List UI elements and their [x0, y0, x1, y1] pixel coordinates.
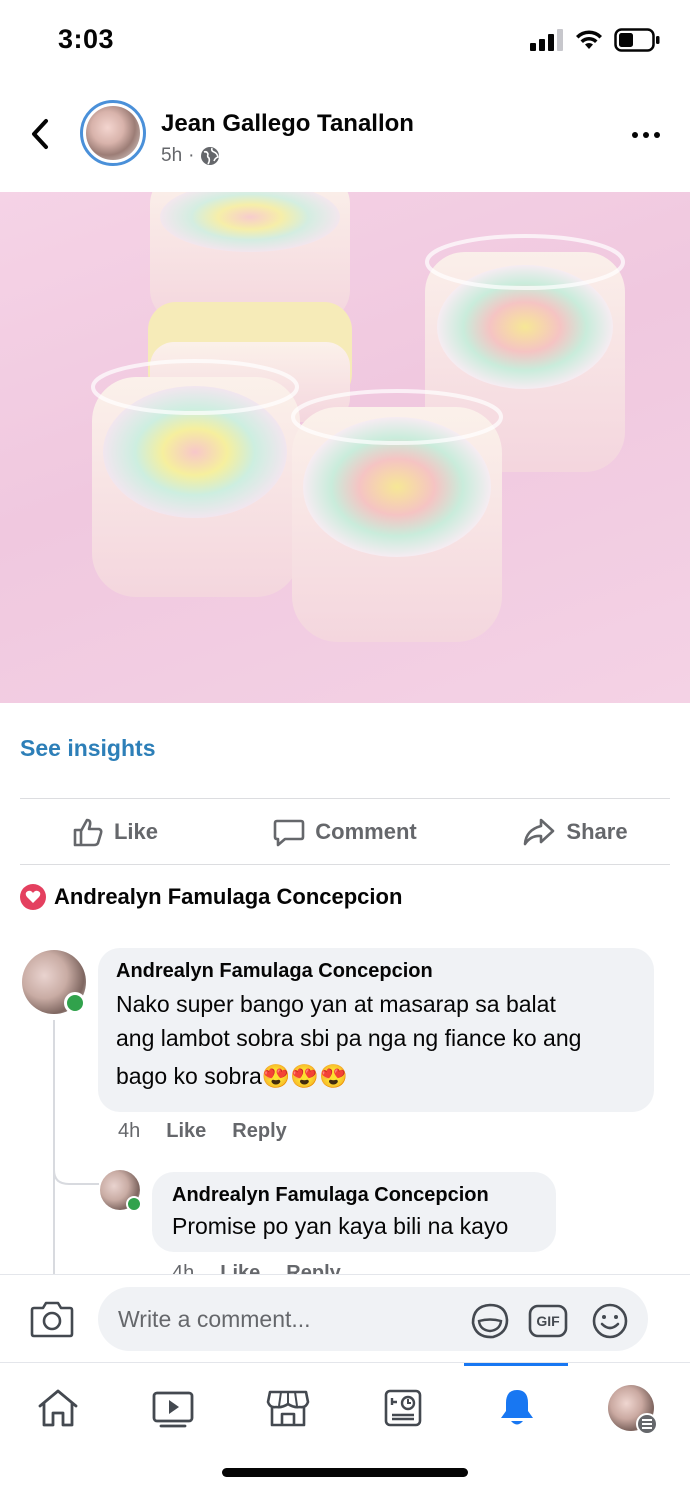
- globe-icon: [201, 147, 220, 165]
- chevron-left-icon: [32, 119, 48, 149]
- nav-marketplace[interactable]: [263, 1383, 313, 1433]
- comment-bubble-icon: [273, 819, 305, 847]
- share-button[interactable]: Share: [460, 800, 690, 864]
- gif-label: GIF: [536, 1313, 560, 1329]
- like-button[interactable]: Like: [0, 800, 230, 864]
- home-icon: [38, 1389, 78, 1427]
- back-button[interactable]: [24, 114, 56, 154]
- camera-button[interactable]: [30, 1299, 74, 1339]
- comment-button[interactable]: Comment: [230, 800, 460, 864]
- comment-bubble[interactable]: Andrealyn Famulaga Concepcion Nako super…: [98, 948, 654, 1112]
- nav-profile[interactable]: [606, 1383, 658, 1435]
- nav-watch[interactable]: [148, 1383, 198, 1433]
- reply-connector: [53, 1150, 99, 1185]
- status-icons: [530, 28, 660, 52]
- thumbs-up-icon: [73, 818, 103, 847]
- online-status-dot: [126, 1196, 142, 1212]
- thread-line: [53, 1020, 55, 1275]
- see-insights-link[interactable]: See insights: [20, 735, 155, 762]
- comment-text-line: ang lambot sobra sbi pa nga ng fiance ko…: [116, 1025, 582, 1051]
- reply-text: Promise po yan kaya bili na kayo: [172, 1213, 509, 1239]
- more-dot: [654, 132, 660, 138]
- sticker-button[interactable]: [470, 1303, 510, 1339]
- comment-actions: 4h Like Reply: [118, 1120, 287, 1143]
- wifi-icon: [576, 30, 602, 49]
- online-status-dot: [64, 992, 86, 1014]
- reaction-summary[interactable]: Andrealyn Famulaga Concepcion: [20, 884, 402, 910]
- post-image[interactable]: [0, 192, 690, 703]
- share-arrow-icon: [524, 818, 555, 846]
- home-indicator[interactable]: [222, 1468, 468, 1477]
- reply-author[interactable]: Andrealyn Famulaga Concepcion: [172, 1184, 536, 1207]
- more-dot: [632, 132, 638, 138]
- comment-text-line: Nako super bango yan at masarap sa balat: [116, 991, 556, 1017]
- post-time[interactable]: 5h: [161, 145, 182, 167]
- nav-notifications[interactable]: [492, 1383, 542, 1433]
- comment-time: 4h: [118, 1120, 141, 1142]
- post-meta: 5h ·: [161, 145, 220, 167]
- more-dot: [643, 132, 649, 138]
- bell-icon: [501, 1390, 533, 1425]
- reply-time: 4h: [172, 1262, 195, 1274]
- reply-bubble[interactable]: Andrealyn Famulaga Concepcion Promise po…: [152, 1172, 556, 1252]
- reply-like-button[interactable]: Like: [220, 1262, 260, 1274]
- active-tab-indicator: [464, 1363, 568, 1366]
- author-avatar[interactable]: [80, 100, 146, 166]
- comment-label: Comment: [315, 819, 417, 844]
- emoji-button[interactable]: [590, 1303, 630, 1339]
- divider: [20, 864, 670, 865]
- comment-text: Nako super bango yan at masarap sa balat…: [116, 987, 636, 1093]
- sticker-icon: [471, 1303, 509, 1339]
- comment-author[interactable]: Andrealyn Famulaga Concepcion: [116, 960, 636, 983]
- status-bar: 3:03: [0, 0, 690, 82]
- meta-separator: ·: [188, 145, 195, 166]
- gif-button[interactable]: GIF: [528, 1303, 568, 1339]
- comment-composer: GIF: [0, 1274, 690, 1362]
- reply-actions: 4h Like Reply: [172, 1262, 341, 1274]
- reply-reply-button[interactable]: Reply: [286, 1262, 340, 1274]
- divider: [20, 798, 670, 799]
- post-actions: Like Comment Share: [0, 800, 690, 864]
- nav-home[interactable]: [33, 1383, 83, 1433]
- shop-icon: [266, 1390, 310, 1427]
- video-icon: [152, 1391, 194, 1428]
- comment-text-line-3: bago ko sobra😍😍😍: [116, 1059, 636, 1093]
- comment-text-end: bago ko sobra: [116, 1063, 262, 1089]
- heart-eyes-emoji: 😍😍😍: [261, 1063, 348, 1089]
- menu-badge-icon: [636, 1413, 658, 1435]
- author-name[interactable]: Jean Gallego Tanallon: [161, 110, 414, 138]
- bottom-nav: [0, 1362, 690, 1452]
- signal-icon: [530, 29, 563, 51]
- battery-icon: [614, 28, 660, 52]
- share-label: Share: [566, 819, 628, 844]
- status-time: 3:03: [58, 24, 115, 54]
- comment-reply-button[interactable]: Reply: [232, 1120, 286, 1143]
- avatar-image: [86, 106, 140, 160]
- reactor-name: Andrealyn Famulaga Concepcion: [54, 884, 403, 909]
- camera-icon: [30, 1301, 74, 1338]
- heart-icon: [20, 884, 46, 910]
- more-options-button[interactable]: [626, 120, 666, 150]
- post-header: Jean Gallego Tanallon 5h ·: [0, 90, 690, 190]
- like-label: Like: [113, 819, 159, 844]
- nav-news[interactable]: [378, 1383, 428, 1433]
- comment-like-button[interactable]: Like: [166, 1120, 206, 1143]
- news-feed-icon: [384, 1389, 422, 1427]
- smiley-icon: [592, 1303, 628, 1339]
- post-photo: [91, 192, 625, 642]
